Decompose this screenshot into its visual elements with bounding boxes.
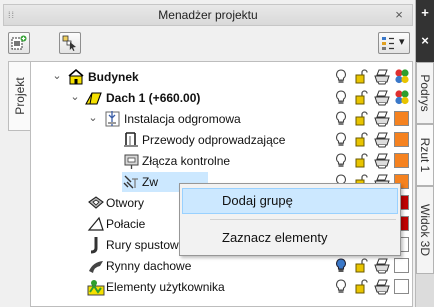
lock-icon[interactable] bbox=[353, 89, 369, 106]
lightning-protection-icon bbox=[105, 111, 120, 127]
color-swatch[interactable] bbox=[394, 132, 409, 147]
lock-icon[interactable] bbox=[353, 278, 369, 295]
add-group-button[interactable] bbox=[8, 32, 30, 54]
tree-row-rynny-dachowe[interactable]: Rynny dachowe bbox=[31, 256, 412, 276]
filter-dropdown-button[interactable]: ▾ bbox=[378, 32, 410, 54]
tree-row-label: Elementy użytkownika bbox=[106, 280, 225, 294]
tab-projekt-label: Projekt bbox=[13, 77, 27, 115]
tab-podrys-label: Podrys bbox=[418, 74, 432, 112]
visibility-bulb-icon[interactable] bbox=[333, 89, 349, 106]
select-icon bbox=[62, 35, 76, 51]
tree-row-label: Złącza kontrolne bbox=[142, 154, 231, 168]
color-swatch[interactable] bbox=[394, 258, 409, 273]
lock-icon[interactable] bbox=[353, 131, 369, 148]
menu-item-zaznacz-elementy[interactable]: Zaznacz elementy bbox=[182, 225, 398, 251]
visibility-bulb-icon[interactable] bbox=[333, 257, 349, 274]
print-icon[interactable] bbox=[374, 89, 390, 106]
tab-widok-3d[interactable]: Widok 3D bbox=[416, 186, 434, 274]
roof-icon bbox=[85, 92, 102, 105]
panel-titlebar[interactable]: ⁞⁞ Menadżer projektu × bbox=[3, 4, 413, 26]
gutter-icon bbox=[89, 261, 103, 273]
lock-icon[interactable] bbox=[353, 257, 369, 274]
expand-chevron-icon[interactable]: ⌄ bbox=[87, 111, 99, 125]
expand-chevron-icon[interactable]: ⌄ bbox=[51, 69, 63, 83]
expand-chevron-icon[interactable]: ⌄ bbox=[69, 90, 81, 104]
tab-rzut-1-label: Rzut 1 bbox=[418, 137, 432, 173]
tree-row-label: Budynek bbox=[88, 70, 139, 84]
opening-icon bbox=[88, 196, 104, 209]
tree-row-budynek[interactable]: ⌄ Budynek bbox=[31, 67, 412, 87]
menu-separator bbox=[210, 219, 396, 220]
panel-close-icon[interactable]: × bbox=[392, 6, 406, 24]
tab-widok-3d-label: Widok 3D bbox=[418, 203, 432, 257]
earthing-icon bbox=[123, 175, 138, 189]
color-swatch[interactable] bbox=[394, 279, 409, 294]
context-menu: Dodaj grupę Zaznacz elementy bbox=[179, 183, 401, 256]
plus-icon[interactable]: + bbox=[419, 6, 431, 20]
tab-projekt[interactable]: Projekt bbox=[8, 61, 30, 131]
right-strip: + × bbox=[416, 0, 434, 62]
print-icon[interactable] bbox=[374, 257, 390, 274]
color-swatch[interactable] bbox=[394, 111, 409, 126]
filter-dropdown-icon bbox=[382, 37, 394, 50]
project-manager-panel: ⁞⁞ Menadżer projektu × ▾ Projekt ⌄ Budyn… bbox=[0, 0, 416, 307]
right-tab-bar: + × Podrys Rzut 1 Widok 3D bbox=[416, 0, 434, 307]
building-icon bbox=[68, 68, 84, 85]
tree-row-zlacza-kontrolne[interactable]: Złącza kontrolne bbox=[31, 151, 412, 171]
tree-row-label: Połacie bbox=[106, 217, 146, 231]
visibility-bulb-icon[interactable] bbox=[333, 152, 349, 169]
tree-row-label: Instalacja odgromowa bbox=[124, 112, 241, 126]
color-swatch[interactable] bbox=[394, 153, 409, 168]
tree-row-label: Rynny dachowe bbox=[106, 259, 192, 273]
color-palette-icon[interactable] bbox=[394, 89, 410, 106]
menu-item-dodaj-grupe[interactable]: Dodaj grupę bbox=[182, 188, 398, 214]
select-elements-button[interactable] bbox=[59, 32, 81, 54]
visibility-bulb-icon[interactable] bbox=[333, 68, 349, 85]
print-icon[interactable] bbox=[374, 110, 390, 127]
user-elements-icon bbox=[87, 280, 105, 296]
tree-row-label: Zw bbox=[142, 175, 158, 189]
test-joint-icon bbox=[124, 154, 139, 169]
tree-row-label: Rury spustowe bbox=[106, 238, 186, 252]
print-icon[interactable] bbox=[374, 278, 390, 295]
roof-plane-icon bbox=[87, 216, 104, 231]
print-icon[interactable] bbox=[374, 152, 390, 169]
tree-row-instalacja-odgromowa[interactable]: ⌄ Instalacja odgromowa bbox=[31, 109, 412, 129]
lock-icon[interactable] bbox=[353, 68, 369, 85]
tab-rzut-1[interactable]: Rzut 1 bbox=[416, 124, 434, 186]
add-group-icon bbox=[11, 35, 27, 50]
visibility-bulb-icon[interactable] bbox=[333, 278, 349, 295]
lock-icon[interactable] bbox=[353, 110, 369, 127]
tree-row-label: Dach 1 (+660.00) bbox=[106, 91, 201, 105]
color-palette-icon[interactable] bbox=[394, 68, 410, 85]
tree-row-dach[interactable]: ⌄ Dach 1 (+660.00) bbox=[31, 88, 412, 108]
downpipe-icon bbox=[90, 237, 98, 254]
print-icon[interactable] bbox=[374, 131, 390, 148]
visibility-bulb-icon[interactable] bbox=[333, 110, 349, 127]
chevron-down-icon: ▾ bbox=[399, 36, 405, 48]
lock-icon[interactable] bbox=[353, 152, 369, 169]
tree-row-label: Przewody odprowadzające bbox=[142, 133, 286, 147]
panel-toolbar: ▾ bbox=[3, 30, 413, 58]
down-conductor-icon bbox=[124, 132, 138, 147]
tree-row-przewody-odprowadzajace[interactable]: Przewody odprowadzające bbox=[31, 130, 412, 150]
print-icon[interactable] bbox=[374, 68, 390, 85]
tab-podrys[interactable]: Podrys bbox=[416, 62, 434, 124]
visibility-bulb-icon[interactable] bbox=[333, 131, 349, 148]
close-icon[interactable]: × bbox=[419, 34, 431, 48]
tree-row-label: Otwory bbox=[106, 196, 145, 210]
panel-title: Menadżer projektu bbox=[158, 8, 258, 22]
tree-row-elementy-uzytkownika[interactable]: Elementy użytkownika bbox=[31, 277, 412, 297]
